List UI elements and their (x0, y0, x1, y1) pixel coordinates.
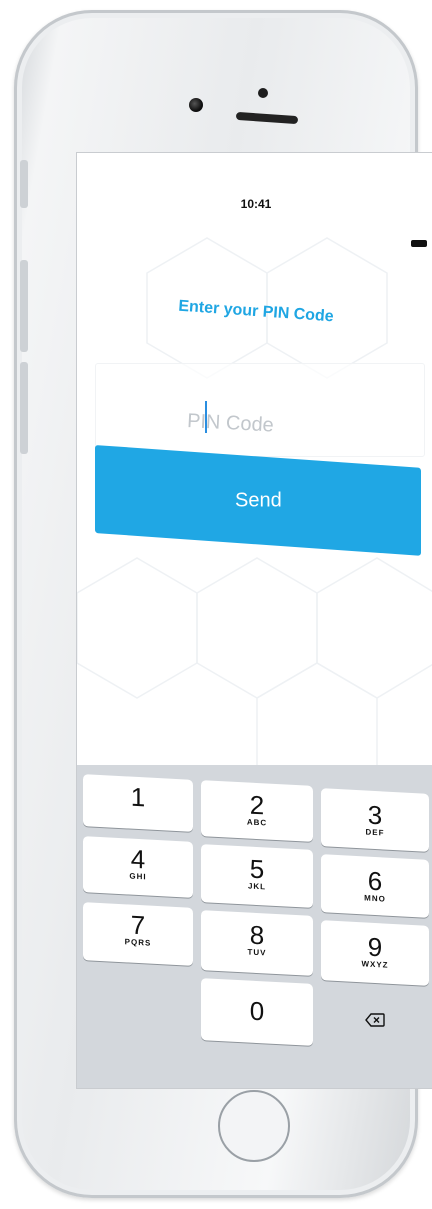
volume-up-button (20, 260, 28, 352)
delete-key[interactable] (321, 993, 429, 1053)
status-bar-time: 10:41 (240, 197, 272, 211)
key-0[interactable]: 0 (201, 978, 313, 1046)
key-6[interactable]: 6 MNO (321, 854, 429, 918)
key-5[interactable]: 5 JKL (201, 844, 313, 908)
key-4[interactable]: 4 GHI (83, 836, 193, 898)
key-8[interactable]: 8 TUV (201, 910, 313, 976)
mute-switch (20, 160, 28, 208)
earpiece-speaker (235, 111, 299, 125)
key-2[interactable]: 2 ABC (201, 780, 313, 842)
front-camera-icon (189, 98, 203, 112)
numeric-keypad: 1 2 ABC 3 DEF 4 GHI 5 JKL 6 MNO 7 PQRS 8… (77, 765, 432, 1088)
phone-device: 10:41 Enter your PIN Code Send 1 2 ABC 3… (14, 10, 432, 1198)
key-9[interactable]: 9 WXYZ (321, 920, 429, 986)
backspace-icon (365, 1013, 385, 1027)
key-7[interactable]: 7 PQRS (83, 902, 193, 966)
volume-down-button (20, 362, 28, 454)
phone-screen: 10:41 Enter your PIN Code Send 1 2 ABC 3… (76, 152, 432, 1089)
front-sensor-icon (258, 88, 268, 98)
key-1[interactable]: 1 (83, 774, 193, 832)
key-3[interactable]: 3 DEF (321, 788, 429, 852)
key-blank (83, 973, 193, 1031)
send-button-label: Send (234, 488, 282, 511)
battery-icon (411, 240, 427, 247)
key-digit: 1 (130, 781, 146, 813)
home-button[interactable] (218, 1090, 290, 1162)
key-digit: 0 (249, 995, 265, 1027)
